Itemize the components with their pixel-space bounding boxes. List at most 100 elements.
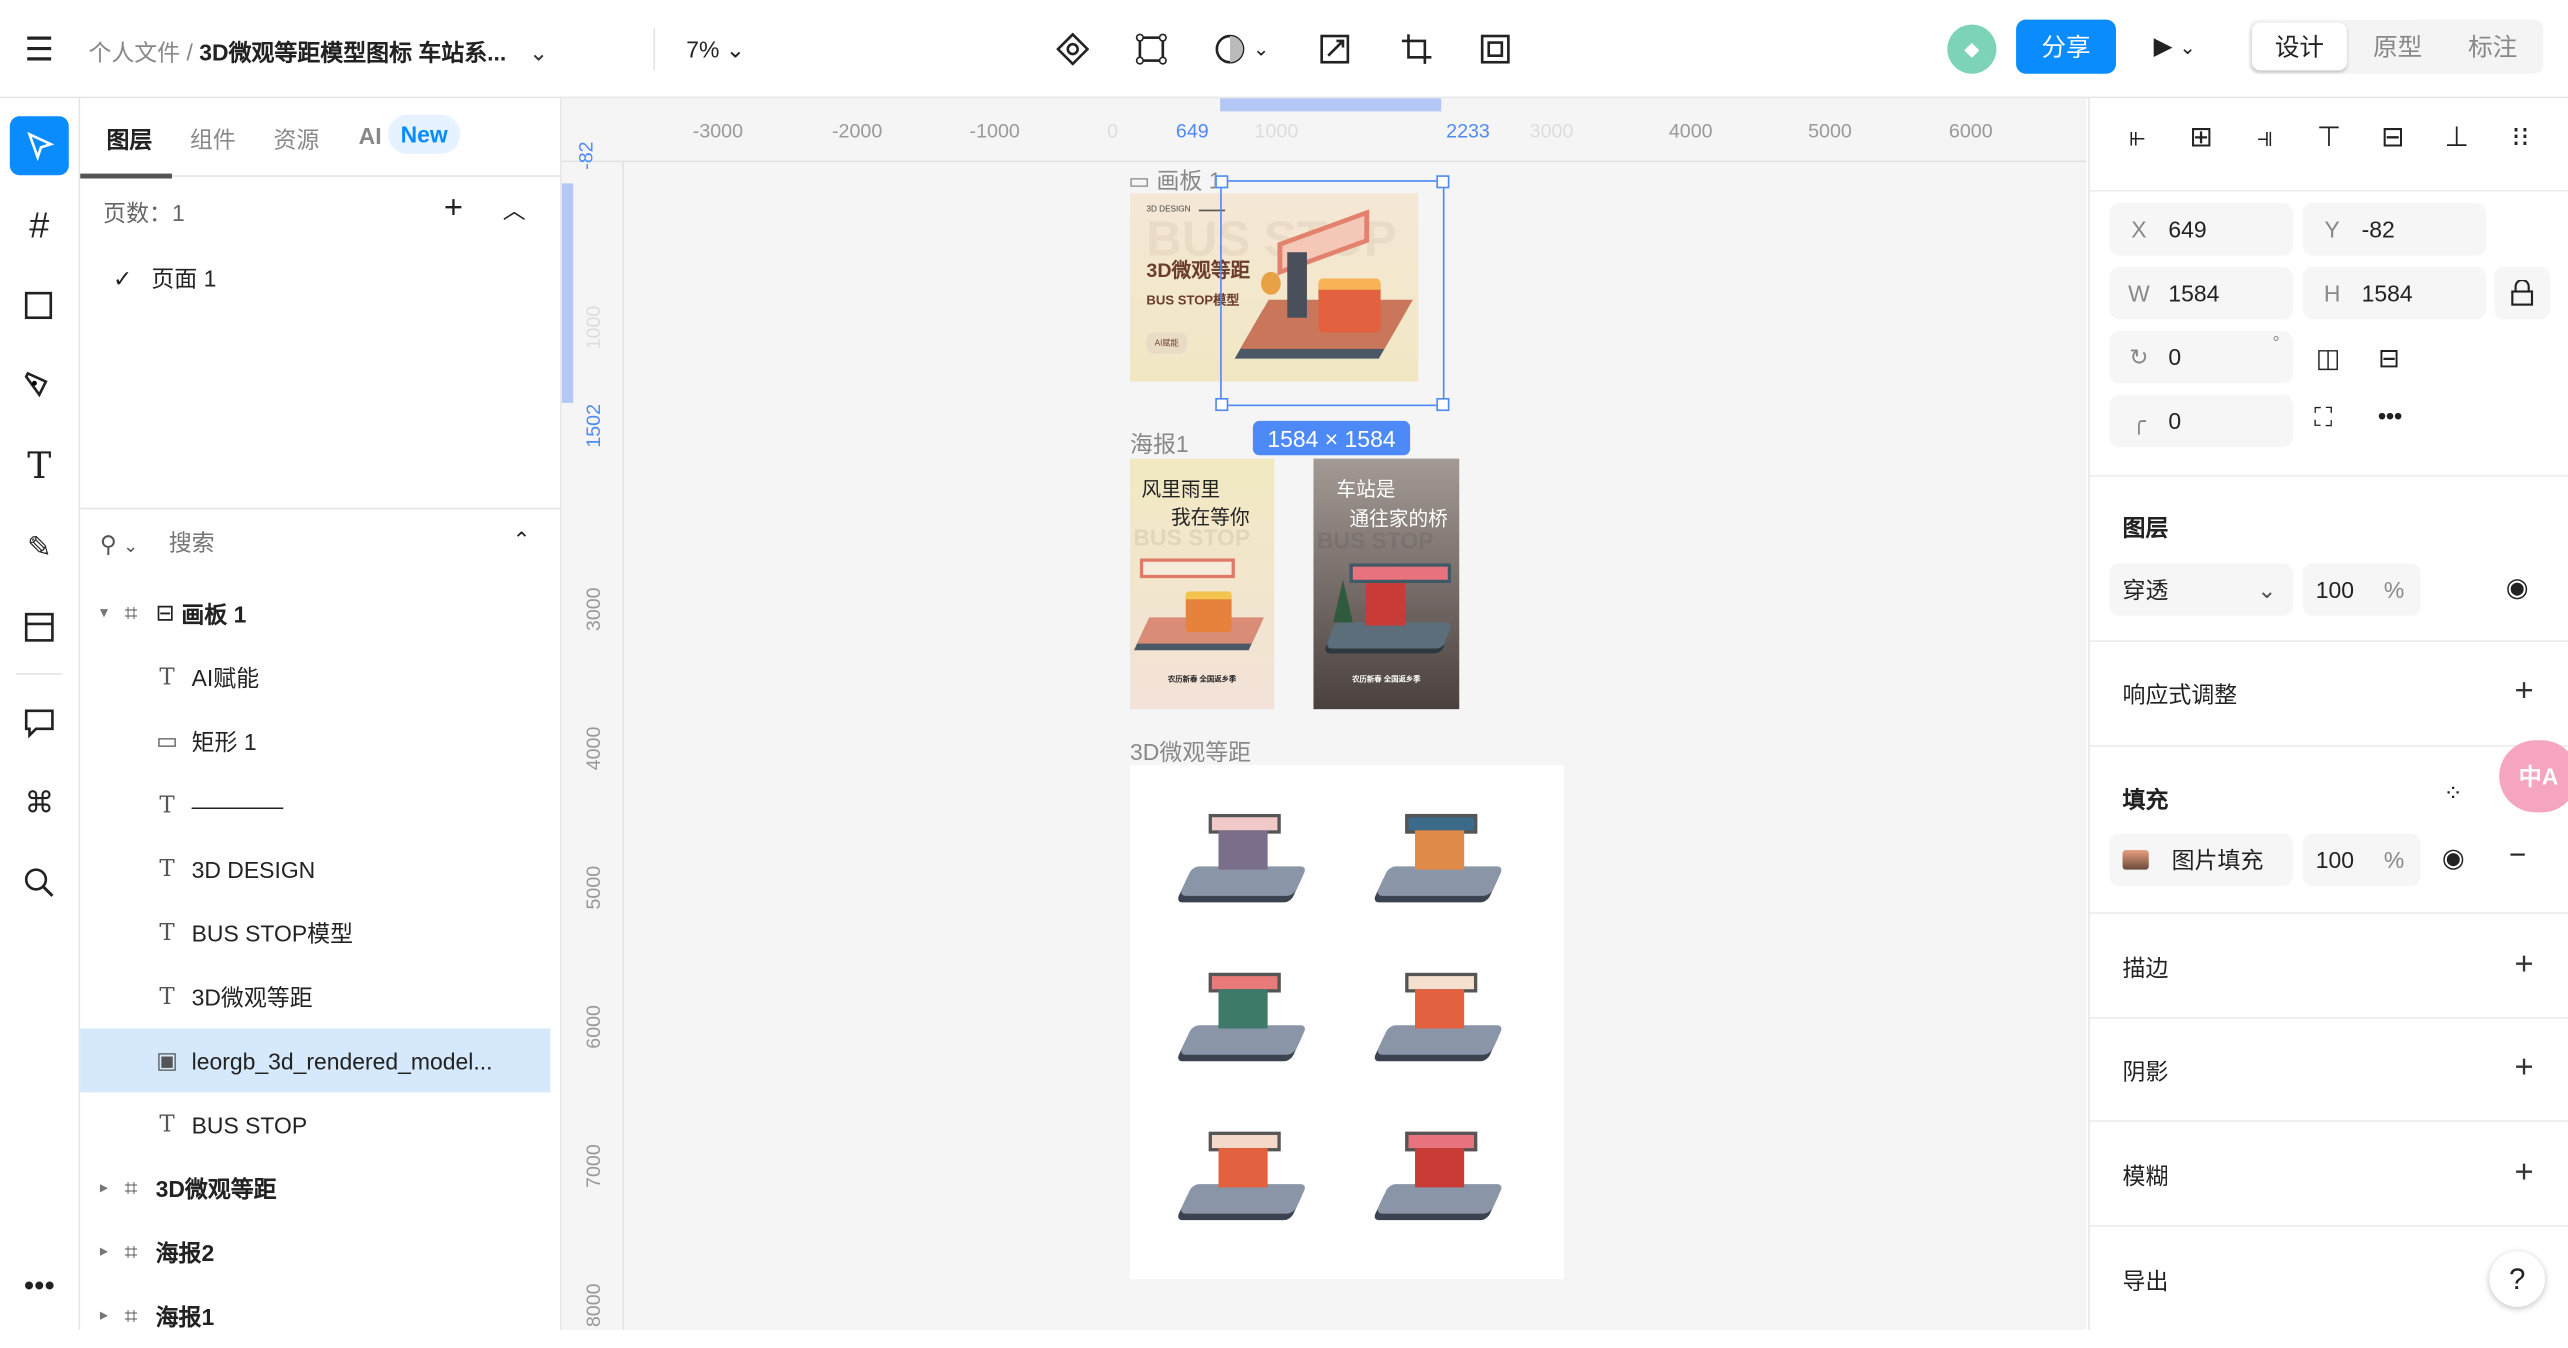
crop-icon[interactable] — [1397, 29, 1436, 68]
lock-ratio-button[interactable] — [2494, 266, 2550, 320]
align-right-icon[interactable]: ⫣ — [2247, 120, 2283, 156]
move-tool[interactable] — [9, 116, 69, 176]
mode-design[interactable]: 设计 — [2251, 22, 2347, 71]
width-field[interactable]: W 1584 — [2109, 266, 2293, 320]
fill-opacity-field[interactable]: 100% — [2302, 833, 2421, 887]
flip-vertical-icon[interactable]: ⊟ — [2378, 342, 2400, 375]
help-button[interactable]: ? — [2489, 1251, 2546, 1307]
rotation-field[interactable]: ↻ 0 ° — [2109, 330, 2293, 384]
collapse-all-icon[interactable]: ⌃ — [513, 527, 531, 553]
add-stroke-button[interactable]: + — [2514, 948, 2533, 981]
chevron-down-icon[interactable]: ⌄ — [529, 39, 548, 65]
breadcrumb-parent[interactable]: 个人文件 — [88, 39, 180, 65]
translate-button[interactable]: 中A — [2499, 740, 2568, 813]
layer-item[interactable]: ▸ ⌗ 海报1 — [80, 1284, 550, 1348]
isometric-icon[interactable] — [1176, 953, 1314, 1074]
blend-mode-dropdown[interactable]: 穿透 ⌄ — [2109, 563, 2293, 616]
mode-annotate[interactable]: 标注 — [2445, 23, 2540, 70]
style-grid-icon[interactable]: ⁘ — [2444, 780, 2463, 808]
resize-handle[interactable] — [1436, 175, 1450, 189]
zoom-dropdown[interactable]: 7% ⌄ — [686, 36, 745, 64]
layer-item[interactable]: T ———— — [80, 773, 550, 837]
layer-item[interactable]: T 3D DESIGN — [80, 837, 550, 901]
present-button[interactable]: ▶ ⌄ — [2154, 31, 2196, 61]
height-field[interactable]: H 1584 — [2302, 266, 2487, 320]
layer-item[interactable]: T 3D微观等距 — [80, 965, 550, 1029]
pencil-tool[interactable]: ✎ — [10, 518, 69, 577]
text-tool[interactable]: T — [10, 437, 69, 496]
layer-item[interactable]: ▸ ⌗ 海报2 — [80, 1220, 550, 1284]
scale-icon[interactable] — [1315, 29, 1354, 68]
layer-item[interactable]: ▭ 矩形 1 — [80, 709, 550, 773]
align-horizontal-center-icon[interactable]: ⊞ — [2183, 120, 2219, 156]
remove-fill-button[interactable]: − — [2509, 839, 2526, 873]
plugins-tool[interactable]: ⌘ — [10, 773, 69, 832]
poster-1[interactable]: 风里雨里 我在等你 BUS STOP 农历新春 全国返乡季 — [1130, 458, 1275, 710]
layer-item[interactable]: T AI赋能 — [80, 645, 550, 709]
isometric-icon[interactable] — [1372, 953, 1510, 1074]
x-field[interactable]: X 649 — [2109, 203, 2293, 256]
canvas[interactable]: -3000 -2000 -1000 0 649 1000 2233 3000 4000 5000 6… — [561, 98, 2087, 1330]
add-blur-button[interactable]: + — [2514, 1156, 2533, 1189]
distribute-icon[interactable]: ⁝⁝ — [2502, 120, 2538, 156]
add-responsive-button[interactable]: + — [2514, 675, 2533, 708]
more-options-icon[interactable]: ••• — [2378, 403, 2402, 429]
poster-2[interactable]: 车站是 通往家的桥 BUS STOP 农历新春 全国返乡季 — [1313, 458, 1460, 710]
isometric-icon[interactable] — [1176, 1112, 1314, 1233]
comment-tool[interactable] — [10, 693, 69, 752]
add-page-button[interactable]: + — [444, 190, 463, 228]
component-icon[interactable] — [1053, 29, 1092, 68]
pen-tool[interactable] — [10, 357, 69, 416]
align-left-icon[interactable]: ⫦ — [2119, 120, 2155, 156]
selection-box[interactable] — [1215, 175, 1450, 412]
tab-layers[interactable]: 图层 — [106, 123, 152, 156]
artboard-label[interactable]: ▭ 画板 1 — [1128, 164, 1221, 197]
slice-tool[interactable] — [10, 598, 69, 657]
mask-icon[interactable]: ⌄ — [1207, 29, 1276, 68]
layer-item[interactable]: ▸ ⌗ 3D微观等距 — [80, 1156, 550, 1220]
layer-opacity-field[interactable]: 100% — [2302, 563, 2421, 616]
frame-tool[interactable]: # — [10, 197, 69, 256]
tab-components[interactable]: 组件 — [190, 123, 236, 156]
y-field[interactable]: Y -82 — [2302, 203, 2487, 256]
tab-assets[interactable]: 资源 — [274, 123, 320, 156]
search-filter[interactable]: ⚲ ⌄ — [100, 531, 138, 559]
caret-right-icon[interactable]: ▸ — [100, 1307, 120, 1325]
corner-radius-field[interactable]: ╭ 0 — [2109, 394, 2293, 448]
independent-corners-icon[interactable]: ⛶ — [2314, 405, 2332, 434]
more-icon[interactable]: ••• — [10, 1256, 69, 1315]
tab-ai[interactable]: AI — [359, 123, 382, 149]
isometric-icon[interactable] — [1372, 794, 1510, 915]
page-item[interactable]: ✓ 页面 1 — [113, 262, 216, 295]
fill-type-field[interactable]: 图片填充 — [2109, 833, 2293, 887]
isometric-icon[interactable] — [1372, 1112, 1510, 1233]
poster-frame-label[interactable]: 海报1 — [1130, 427, 1189, 460]
eye-icon[interactable]: ◉ — [2442, 842, 2465, 875]
caret-down-icon[interactable]: ▾ — [100, 604, 120, 622]
align-top-icon[interactable]: ⊤ — [2311, 120, 2347, 156]
search-tool[interactable] — [10, 853, 69, 912]
eye-icon[interactable]: ◉ — [2506, 572, 2529, 605]
image-fill-thumbnail[interactable] — [2122, 849, 2149, 870]
rectangle-tool[interactable] — [10, 277, 69, 336]
caret-right-icon[interactable]: ▸ — [100, 1179, 120, 1197]
resize-handle[interactable] — [1436, 397, 1450, 412]
align-vertical-center-icon[interactable]: ⊟ — [2375, 120, 2411, 156]
path-edit-icon[interactable] — [1132, 29, 1171, 68]
caret-right-icon[interactable]: ▸ — [100, 1243, 120, 1261]
menu-icon[interactable]: ☰ — [20, 29, 59, 68]
add-shadow-button[interactable]: + — [2514, 1051, 2533, 1084]
layer-search-input[interactable] — [165, 527, 467, 557]
file-title[interactable]: 3D微观等距模型图标 车站系... — [199, 39, 506, 65]
share-button[interactable]: 分享 — [2016, 19, 2116, 74]
frame-selection-icon[interactable] — [1476, 29, 1515, 68]
mode-prototype[interactable]: 原型 — [2350, 23, 2445, 70]
icons-frame[interactable] — [1130, 764, 1565, 1280]
resize-handle[interactable] — [1215, 397, 1229, 412]
icons-frame-label[interactable]: 3D微观等距 — [1130, 735, 1251, 768]
layer-item[interactable]: ▾ ⌗ ⊟ 画板 1 — [80, 581, 550, 645]
layer-item[interactable]: T BUS STOP — [80, 1092, 550, 1156]
isometric-icon[interactable] — [1176, 794, 1314, 915]
layer-item[interactable]: ▣ leorgb_3d_rendered_model... — [80, 1028, 551, 1093]
align-bottom-icon[interactable]: ⊥ — [2439, 120, 2475, 156]
